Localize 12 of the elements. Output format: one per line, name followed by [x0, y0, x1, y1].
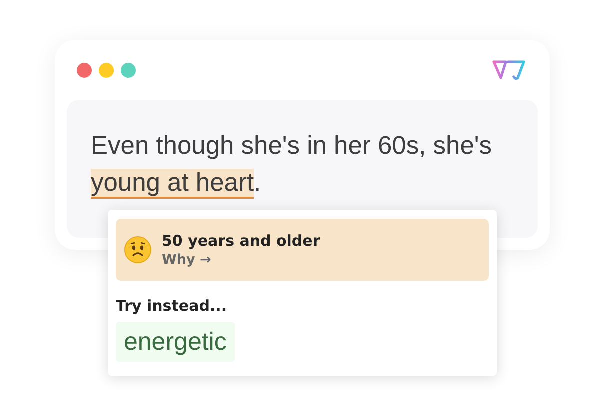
window-dot[interactable]: [121, 62, 136, 78]
sentence-text: Even though she's in her 60s, she's: [91, 132, 492, 160]
logo-icon: [492, 59, 526, 81]
window-dot[interactable]: [99, 62, 114, 78]
why-link[interactable]: Why →: [162, 252, 320, 268]
suggestion-chip[interactable]: energetic: [116, 322, 235, 362]
flagged-phrase[interactable]: young at heart: [91, 169, 254, 199]
sentence-text: .: [254, 169, 262, 197]
category-label: 50 years and older: [162, 232, 320, 250]
try-instead-label: Try instead...: [116, 297, 228, 315]
worried-face-icon: [124, 236, 152, 264]
window-dot[interactable]: [77, 62, 92, 78]
